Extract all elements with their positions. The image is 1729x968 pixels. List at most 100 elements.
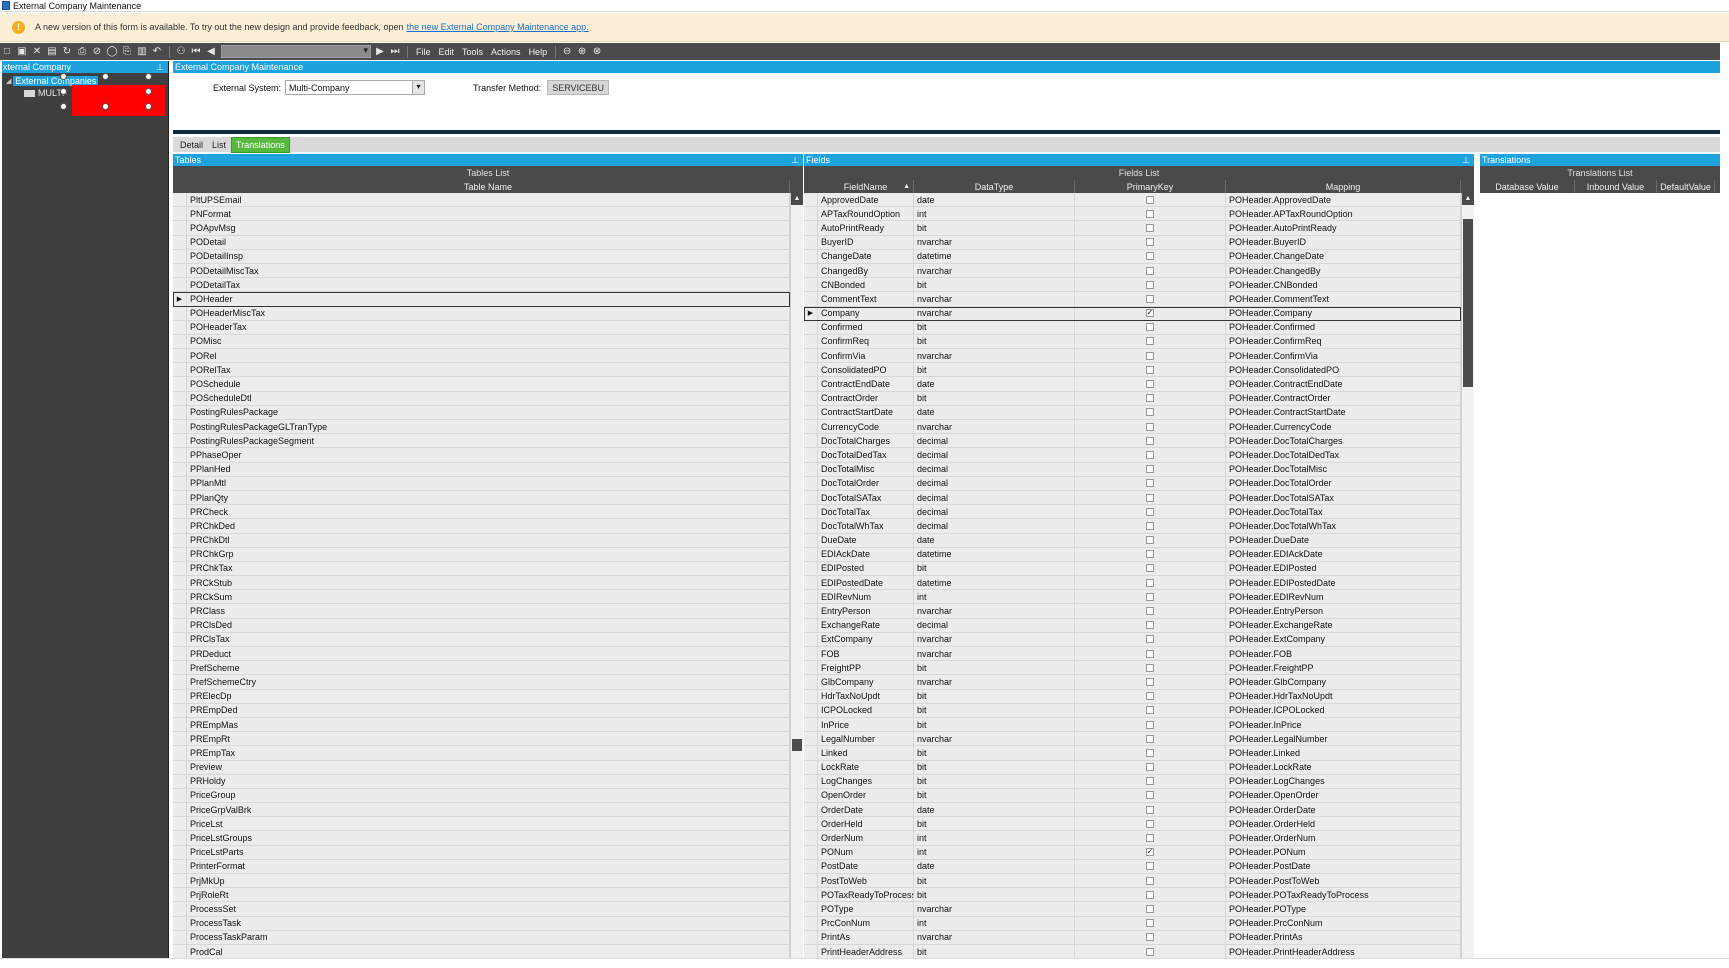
checkbox[interactable] bbox=[1146, 365, 1154, 374]
resize-handle[interactable] bbox=[145, 88, 152, 95]
row-indicator[interactable] bbox=[173, 916, 187, 930]
field-row[interactable]: CommentText nvarchar POHeader.CommentText bbox=[804, 292, 1461, 307]
row-indicator[interactable] bbox=[173, 249, 187, 263]
row-indicator[interactable] bbox=[804, 576, 818, 590]
column-header-inbound-value[interactable]: Inbound Value bbox=[1575, 180, 1657, 193]
row-indicator[interactable] bbox=[804, 632, 818, 646]
field-row[interactable]: ExchangeRate decimal POHeader.ExchangeRate bbox=[804, 618, 1461, 633]
field-row[interactable]: LockRate bit POHeader.LockRate bbox=[804, 760, 1461, 775]
checkbox[interactable] bbox=[1146, 607, 1154, 616]
checkbox[interactable] bbox=[1146, 904, 1154, 913]
field-row[interactable]: LegalNumber nvarchar POHeader.LegalNumber bbox=[804, 732, 1461, 747]
row-indicator[interactable] bbox=[173, 874, 187, 888]
row-indicator[interactable] bbox=[804, 533, 818, 547]
clear-icon[interactable]: ▤ bbox=[45, 45, 59, 58]
table-row[interactable]: ProcessSet bbox=[173, 902, 790, 917]
row-indicator[interactable] bbox=[173, 405, 187, 419]
row-indicator[interactable] bbox=[173, 349, 187, 363]
field-row[interactable]: FOB nvarchar POHeader.FOB bbox=[804, 647, 1461, 662]
row-indicator[interactable] bbox=[173, 207, 187, 221]
checkbox[interactable] bbox=[1146, 238, 1154, 247]
record-navigator-combo[interactable] bbox=[221, 45, 371, 58]
checkbox[interactable] bbox=[1146, 479, 1154, 488]
field-row[interactable]: EDIRevNum int POHeader.EDIRevNum bbox=[804, 590, 1461, 605]
row-indicator[interactable] bbox=[173, 490, 187, 505]
copy-icon[interactable]: ⎘ bbox=[120, 45, 134, 58]
attachment-icon[interactable]: ⊘ bbox=[90, 45, 104, 58]
row-indicator[interactable] bbox=[804, 391, 818, 405]
table-row[interactable]: PRClass bbox=[173, 604, 790, 619]
column-header-datatype[interactable]: DataType bbox=[914, 180, 1075, 193]
checkbox[interactable] bbox=[1146, 663, 1154, 672]
field-row[interactable]: Confirmed bit POHeader.Confirmed bbox=[804, 320, 1461, 335]
row-indicator[interactable] bbox=[173, 930, 187, 944]
table-row[interactable]: PPlanHed bbox=[173, 462, 790, 477]
column-header-database-value[interactable]: Database Value bbox=[1480, 180, 1575, 193]
field-row[interactable]: OrderNum int POHeader.OrderNum bbox=[804, 831, 1461, 846]
row-indicator[interactable] bbox=[173, 434, 187, 448]
row-indicator[interactable] bbox=[173, 675, 187, 689]
row-indicator[interactable] bbox=[804, 193, 818, 207]
row-indicator[interactable] bbox=[804, 661, 818, 675]
table-row[interactable]: PODetailTax bbox=[173, 278, 790, 293]
field-row[interactable]: ConfirmReq bit POHeader.ConfirmReq bbox=[804, 334, 1461, 350]
save-icon[interactable]: ▣ bbox=[15, 45, 29, 58]
row-indicator[interactable] bbox=[173, 618, 187, 632]
row-indicator[interactable] bbox=[173, 221, 187, 235]
checkbox[interactable] bbox=[1146, 947, 1154, 956]
checkbox[interactable] bbox=[1146, 706, 1154, 715]
table-row[interactable]: PrjMkUp bbox=[173, 874, 790, 889]
field-row[interactable]: PONum int ✓ POHeader.PONum bbox=[804, 845, 1461, 860]
row-indicator[interactable] bbox=[804, 831, 818, 845]
field-row[interactable]: PostToWeb bit POHeader.PostToWeb bbox=[804, 874, 1461, 889]
field-row[interactable]: PrintHeaderAddress bit POHeader.PrintHeade… bbox=[804, 944, 1461, 958]
table-row[interactable]: PPhaseOper bbox=[173, 448, 790, 463]
field-row[interactable]: DocTotalMisc decimal POHeader.DocTotalMisc bbox=[804, 462, 1461, 477]
checkbox-checked[interactable]: ✓ bbox=[1146, 848, 1154, 857]
field-row[interactable]: DocTotalDedTax decimal POHeader.DocTotalDe… bbox=[804, 448, 1461, 463]
new-icon[interactable]: □ bbox=[0, 45, 14, 58]
field-row[interactable]: GlbCompany nvarchar POHeader.GlbCompany bbox=[804, 675, 1461, 690]
row-indicator[interactable] bbox=[173, 746, 187, 760]
field-row[interactable]: ConfirmVia nvarchar POHeader.ConfirmVia bbox=[804, 349, 1461, 364]
row-indicator[interactable] bbox=[804, 420, 818, 434]
field-row[interactable]: CNBonded bit POHeader.CNBonded bbox=[804, 278, 1461, 293]
pin-icon[interactable]: ⊥ bbox=[1462, 155, 1470, 166]
row-indicator[interactable] bbox=[804, 788, 818, 803]
table-row[interactable]: PODetailInsp bbox=[173, 249, 790, 264]
checkbox[interactable] bbox=[1146, 422, 1154, 431]
table-row[interactable]: PRCkStub bbox=[173, 576, 790, 591]
table-row[interactable]: PREmpRt bbox=[173, 732, 790, 747]
row-indicator[interactable] bbox=[173, 831, 187, 845]
table-row[interactable]: ProcessTaskParam bbox=[173, 930, 790, 945]
field-row[interactable]: ICPOLocked bit POHeader.ICPOLocked bbox=[804, 703, 1461, 718]
field-row[interactable]: Linked bit POHeader.Linked bbox=[804, 746, 1461, 761]
row-indicator[interactable] bbox=[173, 363, 187, 377]
checkbox[interactable] bbox=[1146, 621, 1154, 630]
checkbox[interactable] bbox=[1146, 280, 1154, 289]
table-row[interactable]: PostingRulesPackage bbox=[173, 405, 790, 420]
checkbox[interactable] bbox=[1146, 223, 1154, 232]
row-indicator[interactable] bbox=[804, 235, 818, 249]
table-row[interactable]: POScheduleDtl bbox=[173, 391, 790, 406]
row-indicator[interactable] bbox=[173, 788, 187, 803]
undo-icon[interactable]: ↶ bbox=[150, 45, 164, 58]
row-indicator[interactable] bbox=[804, 249, 818, 263]
row-indicator[interactable] bbox=[804, 462, 818, 476]
row-indicator[interactable] bbox=[804, 334, 818, 349]
fields-scrollbar[interactable]: ▲ bbox=[1461, 193, 1474, 958]
field-row[interactable]: AutoPrintReady bit POHeader.AutoPrintReady bbox=[804, 221, 1461, 236]
row-indicator[interactable] bbox=[804, 405, 818, 419]
table-row[interactable]: PREmpDed bbox=[173, 703, 790, 718]
row-indicator[interactable] bbox=[804, 505, 818, 519]
checkbox[interactable] bbox=[1146, 819, 1154, 828]
row-indicator[interactable] bbox=[804, 703, 818, 717]
checkbox[interactable] bbox=[1146, 933, 1154, 942]
checkbox[interactable] bbox=[1146, 649, 1154, 658]
row-indicator[interactable] bbox=[804, 221, 818, 235]
menu-actions[interactable]: Actions bbox=[487, 47, 525, 57]
row-indicator[interactable] bbox=[804, 278, 818, 292]
row-indicator[interactable] bbox=[804, 604, 818, 618]
row-indicator[interactable] bbox=[804, 732, 818, 746]
row-indicator[interactable] bbox=[804, 817, 818, 831]
